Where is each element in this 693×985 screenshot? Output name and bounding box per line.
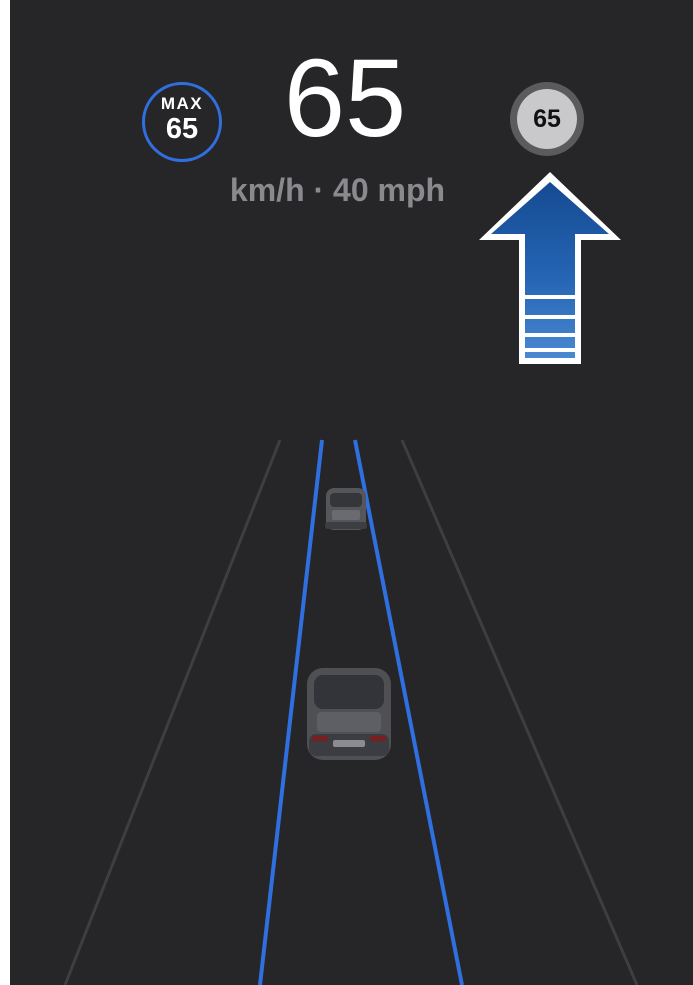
outer-lane-line-right [400, 439, 639, 985]
up-arrow-icon [479, 172, 621, 364]
max-speed-value: 65 [165, 113, 199, 145]
lead-vehicle [325, 488, 367, 530]
max-speed-label: MAX [160, 94, 204, 113]
ego-vehicle [307, 668, 391, 760]
speed-units: km/h · 40 mph [229, 172, 446, 208]
outer-lane-line-left [63, 439, 282, 985]
speed-limit-sign: 65 [510, 82, 584, 156]
autopilot-display: MAX 65 65 km/h · 40 mph 65 [10, 0, 693, 985]
current-speed: 65 [283, 37, 407, 160]
speed-limit-sign-value: 65 [517, 89, 577, 149]
max-speed-badge: MAX 65 [142, 82, 222, 162]
